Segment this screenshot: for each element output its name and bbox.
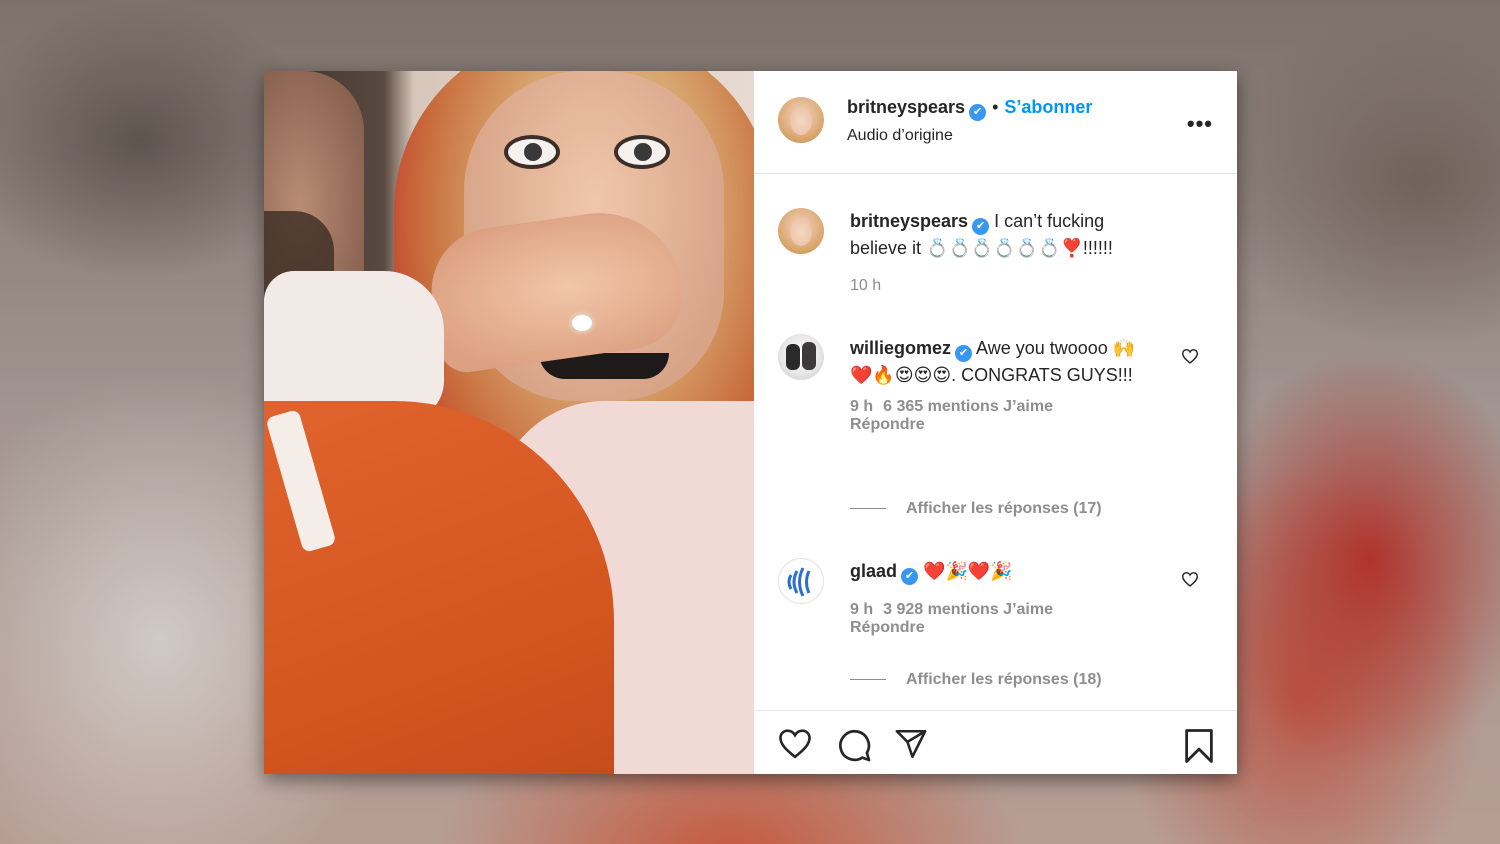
instagram-post-card: britneyspears ✔ • S’abonner Audio d’origine… (264, 71, 1237, 774)
comment-item: williegomez ✔ Awe you twoooo 🙌❤️🔥😍😍😍. CON… (850, 335, 1150, 434)
comments-section: britneyspears ✔ I can’t fucking believe i… (754, 174, 1237, 710)
post-header: britneyspears ✔ • S’abonner Audio d’origine… (754, 71, 1237, 174)
caption-username[interactable]: britneyspears (850, 211, 968, 231)
caption-avatar[interactable] (778, 208, 824, 254)
show-replies-label: Afficher les réponses (17) (906, 500, 1102, 517)
separator-dot: • (992, 97, 999, 117)
reply-button[interactable]: Répondre (850, 416, 1150, 434)
show-replies-label: Afficher les réponses (18) (906, 671, 1102, 688)
comment-timestamp[interactable]: 9 h (850, 398, 873, 415)
show-replies-button[interactable]: Afficher les réponses (17) (850, 500, 1102, 518)
more-options-icon[interactable]: ••• (1187, 111, 1213, 137)
comment-username[interactable]: glaad (850, 561, 897, 581)
heart-icon[interactable] (777, 727, 813, 759)
commenter-avatar[interactable] (778, 334, 824, 380)
glaad-logo-icon (787, 567, 811, 597)
comment-likes[interactable]: 3 928 mentions J’aime (883, 601, 1053, 618)
verified-icon: ✔ (972, 218, 990, 235)
comment-like-heart-icon[interactable] (1181, 571, 1199, 587)
send-icon[interactable] (893, 727, 929, 761)
comment-likes[interactable]: 6 365 mentions J’aime (883, 398, 1053, 415)
audio-label[interactable]: Audio d’origine (847, 127, 1092, 145)
comment-text: ❤️🎉❤️🎉 (923, 561, 1013, 581)
comment-timestamp[interactable]: 9 h (850, 601, 873, 618)
engagement-ring (572, 315, 592, 331)
post-actions-bar (754, 710, 1237, 774)
comment-username[interactable]: williegomez (850, 338, 951, 358)
follow-button[interactable]: S’abonner (1004, 97, 1092, 117)
post-side-panel: britneyspears ✔ • S’abonner Audio d’origine… (754, 71, 1237, 774)
commenter-avatar[interactable] (778, 558, 824, 604)
reply-button[interactable]: Répondre (850, 619, 1150, 637)
post-photo[interactable] (264, 71, 754, 774)
caption: britneyspears ✔ I can’t fucking believe i… (850, 208, 1150, 295)
verified-icon: ✔ (969, 104, 987, 121)
replies-divider (850, 679, 886, 681)
verified-icon: ✔ (901, 568, 919, 585)
comment-icon[interactable] (836, 727, 872, 763)
author-avatar[interactable] (778, 97, 824, 143)
verified-icon: ✔ (955, 345, 973, 362)
comment-like-heart-icon[interactable] (1181, 348, 1199, 364)
bookmark-icon[interactable] (1182, 727, 1216, 765)
caption-timestamp[interactable]: 10 h (850, 277, 1150, 295)
show-replies-button[interactable]: Afficher les réponses (18) (850, 671, 1102, 689)
comment-item: glaad ✔ ❤️🎉❤️🎉 9 h 3 928 mentions J’aime R… (850, 558, 1150, 637)
replies-divider (850, 508, 886, 510)
author-username[interactable]: britneyspears (847, 97, 965, 117)
